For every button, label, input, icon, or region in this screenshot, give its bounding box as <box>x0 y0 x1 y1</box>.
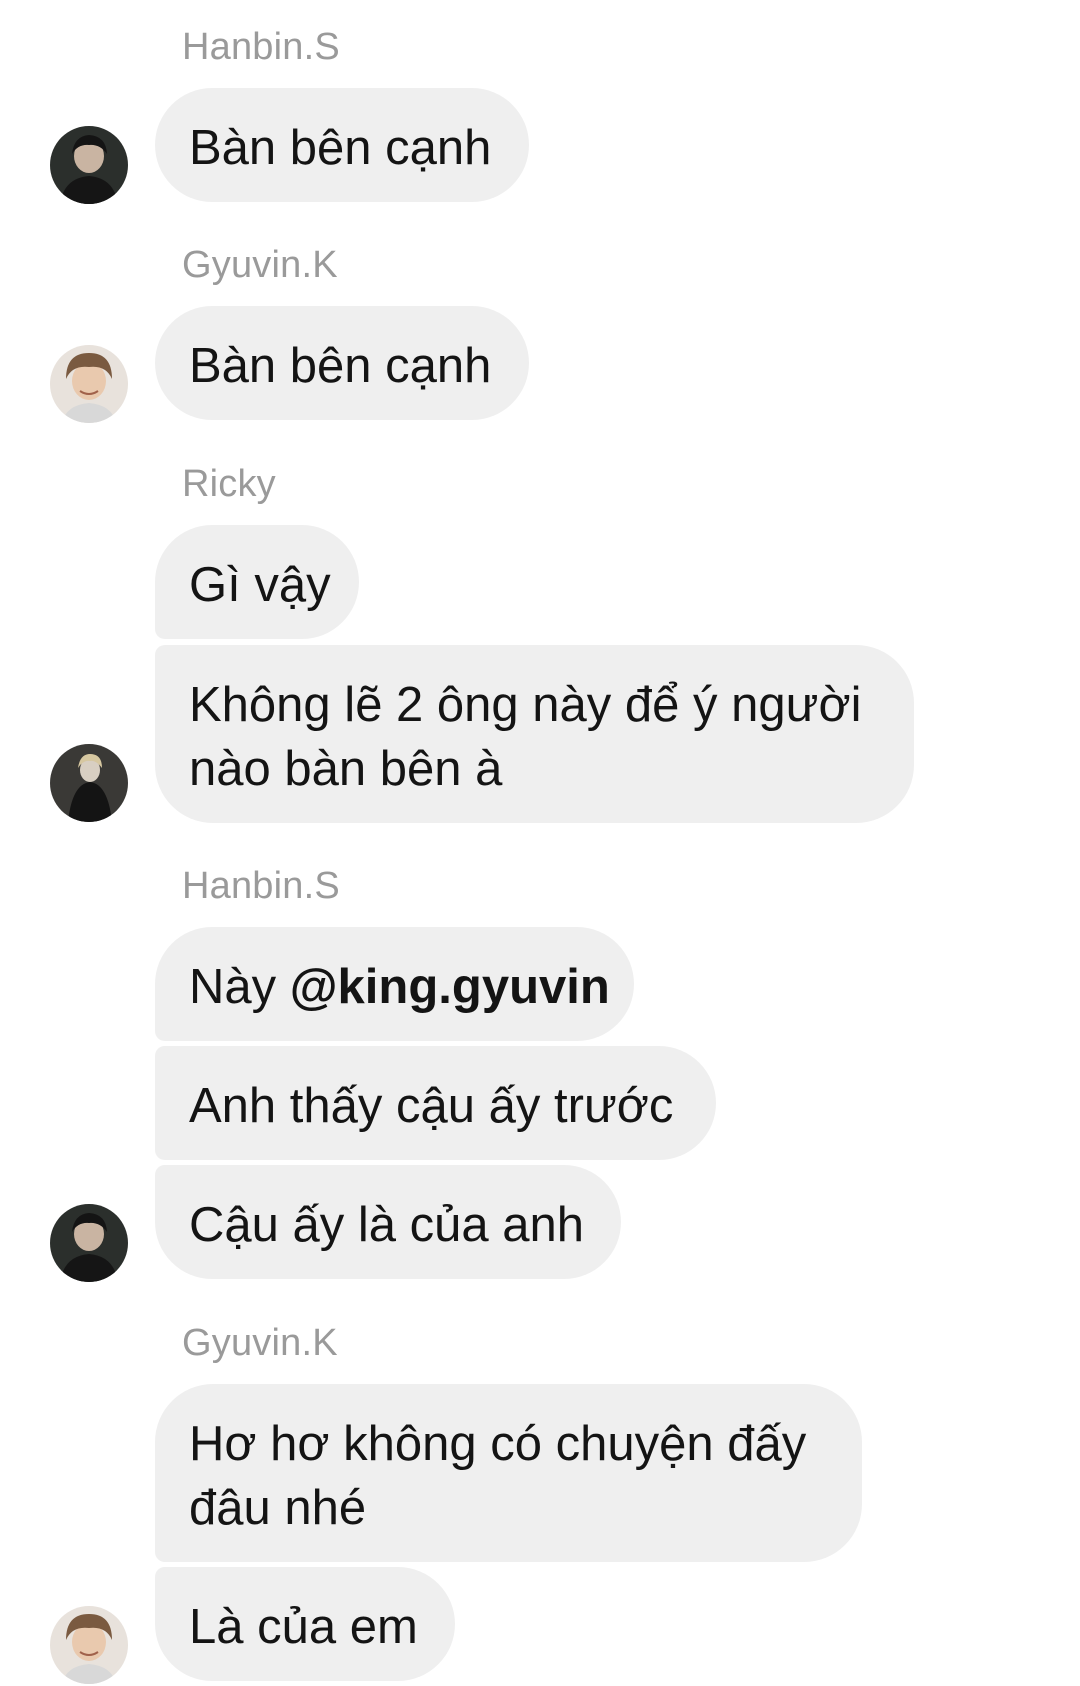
message-bubble[interactable]: Không lẽ 2 ông này để ý người nào bàn bê… <box>155 645 914 823</box>
sender-name: Gyuvin.K <box>182 1322 338 1364</box>
message-bubble[interactable]: Này @king.gyuvin <box>155 927 634 1041</box>
chat-thread: Hanbin.S Bàn bên cạnh Gyuvin.K Bàn bên c… <box>0 0 1080 1686</box>
hanbin-avatar-icon[interactable] <box>50 126 128 204</box>
hanbin-avatar-icon[interactable] <box>50 1204 128 1282</box>
message-bubble[interactable]: Là của em <box>155 1567 455 1681</box>
message-bubble[interactable]: Bàn bên cạnh <box>155 306 529 420</box>
message-bubble[interactable]: Hơ hơ không có chuyện đấy đâu nhé <box>155 1384 862 1562</box>
sender-name: Hanbin.S <box>182 865 340 907</box>
message-bubble[interactable]: Bàn bên cạnh <box>155 88 529 202</box>
sender-name: Ricky <box>182 463 276 505</box>
message-text: Này <box>189 960 290 1014</box>
gyuvin-avatar-icon[interactable] <box>50 345 128 423</box>
message-bubble[interactable]: Gì vậy <box>155 525 359 639</box>
ricky-avatar-icon[interactable] <box>50 744 128 822</box>
message-bubble[interactable]: Anh thấy cậu ấy trước <box>155 1046 716 1160</box>
user-mention[interactable]: @king.gyuvin <box>290 960 610 1014</box>
message-bubble[interactable]: Cậu ấy là của anh <box>155 1165 621 1279</box>
sender-name: Hanbin.S <box>182 26 340 68</box>
sender-name: Gyuvin.K <box>182 244 338 286</box>
gyuvin-avatar-icon[interactable] <box>50 1606 128 1684</box>
